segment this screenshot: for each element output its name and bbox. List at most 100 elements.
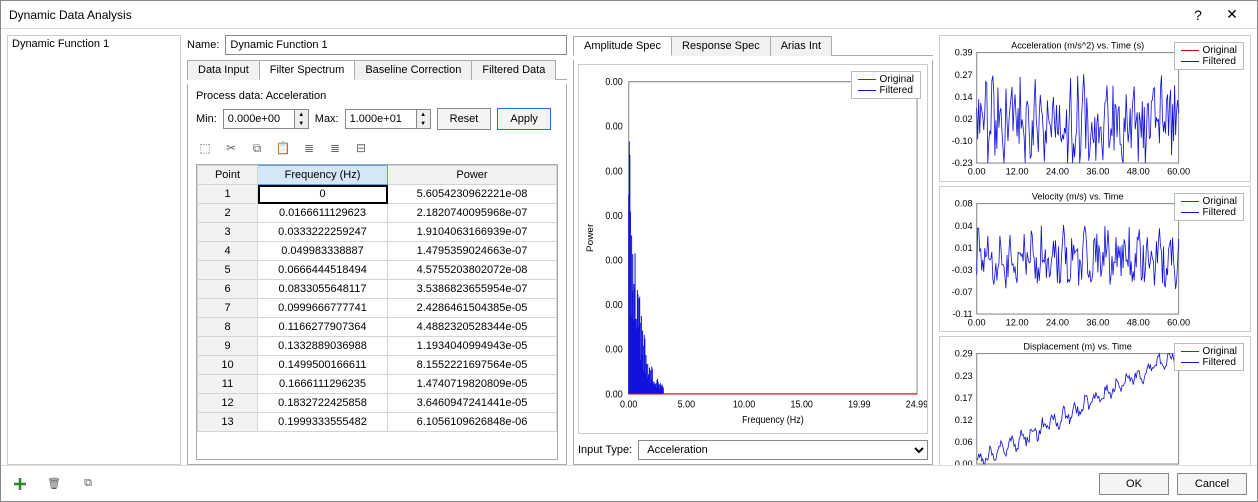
- cell-frequency[interactable]: 0: [258, 185, 388, 204]
- cell-frequency[interactable]: 0.0666444518494: [258, 261, 388, 280]
- table-row[interactable]: 100.14995001666118.1552221697564e-05: [198, 356, 557, 375]
- input-type-select[interactable]: Acceleration: [638, 440, 928, 460]
- table-row[interactable]: 40.0499833388871.4795359024663e-07: [198, 242, 557, 261]
- svg-text:24.00: 24.00: [1046, 317, 1069, 327]
- cell-power[interactable]: 1.4740719820809e-05: [388, 375, 557, 394]
- cell-power[interactable]: 1.4795359024663e-07: [388, 242, 557, 261]
- table-row[interactable]: 120.18327224258583.6460947241441e-05: [198, 394, 557, 413]
- add-icon[interactable]: [11, 475, 29, 493]
- insert-row-icon[interactable]: ≣: [300, 140, 318, 156]
- col-frequency[interactable]: Frequency (Hz): [258, 166, 388, 185]
- cell-frequency[interactable]: 0.049983338887: [258, 242, 388, 261]
- up-icon[interactable]: ▲: [417, 110, 430, 119]
- copy-icon[interactable]: ⧉: [79, 475, 97, 493]
- cell-power[interactable]: 4.4882320528344e-05: [388, 318, 557, 337]
- cell-point[interactable]: 4: [198, 242, 258, 261]
- cut-icon[interactable]: ✂: [222, 140, 240, 156]
- cell-frequency[interactable]: 0.0833055648117: [258, 280, 388, 299]
- tab-data-input[interactable]: Data Input: [187, 60, 260, 80]
- cell-power[interactable]: 2.4286461504385e-05: [388, 299, 557, 318]
- table-row[interactable]: 30.03332222592471.9104063166939e-07: [198, 223, 557, 242]
- clear-icon[interactable]: ⊟: [352, 140, 370, 156]
- min-spinner[interactable]: ▲▼: [223, 109, 309, 129]
- table-row[interactable]: 80.11662779073644.4882320528344e-05: [198, 318, 557, 337]
- tab-filter-spectrum[interactable]: Filter Spectrum: [259, 60, 356, 80]
- cell-power[interactable]: 1.9104063166939e-07: [388, 223, 557, 242]
- cell-point[interactable]: 13: [198, 413, 258, 432]
- cell-point[interactable]: 8: [198, 318, 258, 337]
- accel-chart: Acceleration (m/s^2) vs. Time (s)-0.23-0…: [939, 35, 1251, 182]
- table-row[interactable]: 50.06664445184944.5755203802072e-08: [198, 261, 557, 280]
- svg-text:24.00: 24.00: [1046, 166, 1069, 176]
- apply-button[interactable]: Apply: [497, 108, 551, 130]
- cell-frequency[interactable]: 0.1999333555482: [258, 413, 388, 432]
- select-icon[interactable]: ⬚: [196, 140, 214, 156]
- cell-frequency[interactable]: 0.1666111296235: [258, 375, 388, 394]
- legend-filtered: Filtered: [1203, 357, 1236, 368]
- name-input[interactable]: [225, 35, 567, 55]
- table-row[interactable]: 90.13328890369881.1934040994943e-05: [198, 337, 557, 356]
- table-row[interactable]: 105.6054230962221e-08: [198, 185, 557, 204]
- cell-frequency[interactable]: 0.0999666777741: [258, 299, 388, 318]
- table-toolbar: ⬚ ✂ ⧉ 📋 ≣ ≣ ⊟: [196, 136, 558, 158]
- down-icon[interactable]: ▼: [417, 119, 430, 128]
- tab-filtered-data[interactable]: Filtered Data: [471, 60, 556, 80]
- cell-point[interactable]: 9: [198, 337, 258, 356]
- table-row[interactable]: 70.09996667777412.4286461504385e-05: [198, 299, 557, 318]
- down-icon[interactable]: ▼: [295, 119, 308, 128]
- legend-original: Original: [1203, 346, 1237, 357]
- cell-point[interactable]: 7: [198, 299, 258, 318]
- cell-power[interactable]: 1.1934040994943e-05: [388, 337, 557, 356]
- function-list[interactable]: Dynamic Function 1: [7, 35, 181, 465]
- cell-point[interactable]: 3: [198, 223, 258, 242]
- cancel-button[interactable]: Cancel: [1177, 473, 1247, 495]
- max-spinner[interactable]: ▲▼: [345, 109, 431, 129]
- cell-frequency[interactable]: 0.0333222259247: [258, 223, 388, 242]
- cell-frequency[interactable]: 0.1332889036988: [258, 337, 388, 356]
- cell-frequency[interactable]: 0.1832722425858: [258, 394, 388, 413]
- spectrum-table[interactable]: Point Frequency (Hz) Power 105.605423096…: [196, 164, 558, 460]
- cell-point[interactable]: 2: [198, 204, 258, 223]
- cell-power[interactable]: 3.6460947241441e-05: [388, 394, 557, 413]
- min-spin-buttons[interactable]: ▲▼: [294, 110, 308, 128]
- cell-point[interactable]: 10: [198, 356, 258, 375]
- svg-text:0.12: 0.12: [955, 415, 973, 425]
- cell-power[interactable]: 4.5755203802072e-08: [388, 261, 557, 280]
- reset-button[interactable]: Reset: [437, 108, 492, 130]
- function-list-item[interactable]: Dynamic Function 1: [12, 38, 176, 50]
- cell-power[interactable]: 3.5386823655954e-07: [388, 280, 557, 299]
- cell-frequency[interactable]: 0.1166277907364: [258, 318, 388, 337]
- table-row[interactable]: 110.16661112962351.4740719820809e-05: [198, 375, 557, 394]
- cell-power[interactable]: 2.1820740095968e-07: [388, 204, 557, 223]
- cell-frequency[interactable]: 0.1499500166611: [258, 356, 388, 375]
- cell-point[interactable]: 1: [198, 185, 258, 204]
- cell-point[interactable]: 6: [198, 280, 258, 299]
- col-power[interactable]: Power: [388, 166, 557, 185]
- ok-button[interactable]: OK: [1099, 473, 1169, 495]
- close-button[interactable]: ✕: [1215, 3, 1249, 27]
- table-row[interactable]: 20.01666111296232.1820740095968e-07: [198, 204, 557, 223]
- help-button[interactable]: ?: [1181, 3, 1215, 27]
- max-spin-buttons[interactable]: ▲▼: [416, 110, 430, 128]
- cell-power[interactable]: 6.1056109626848e-06: [388, 413, 557, 432]
- tab-baseline-correction[interactable]: Baseline Correction: [354, 60, 472, 80]
- table-row[interactable]: 60.08330556481173.5386823655954e-07: [198, 280, 557, 299]
- up-icon[interactable]: ▲: [295, 110, 308, 119]
- cell-frequency[interactable]: 0.0166611129623: [258, 204, 388, 223]
- table-row[interactable]: 130.19993335554826.1056109626848e-06: [198, 413, 557, 432]
- cell-power[interactable]: 5.6054230962221e-08: [388, 185, 557, 204]
- cell-point[interactable]: 11: [198, 375, 258, 394]
- paste-icon[interactable]: 📋: [274, 140, 292, 156]
- max-input[interactable]: [346, 110, 416, 128]
- cell-power[interactable]: 8.1552221697564e-05: [388, 356, 557, 375]
- cell-point[interactable]: 12: [198, 394, 258, 413]
- copy-icon[interactable]: ⧉: [248, 140, 266, 156]
- delete-icon[interactable]: 🗑: [45, 475, 63, 493]
- min-input[interactable]: [224, 110, 294, 128]
- tab-response-spec[interactable]: Response Spec: [671, 36, 771, 56]
- tab-amplitude-spec[interactable]: Amplitude Spec: [573, 36, 672, 56]
- delete-row-icon[interactable]: ≣: [326, 140, 344, 156]
- tab-arias-int[interactable]: Arias Int: [770, 36, 832, 56]
- cell-point[interactable]: 5: [198, 261, 258, 280]
- col-point[interactable]: Point: [198, 166, 258, 185]
